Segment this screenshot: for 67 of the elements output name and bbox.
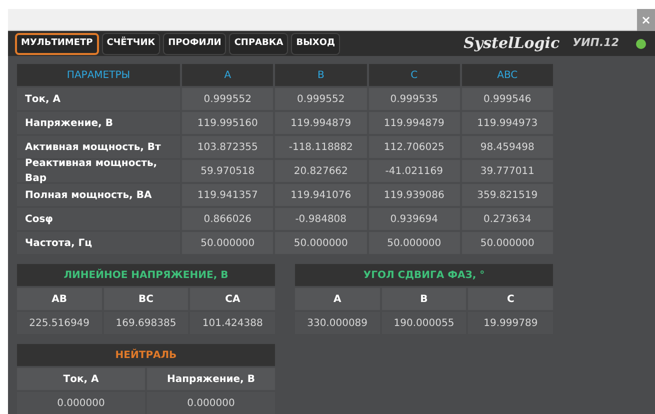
table-cell: 119.941357: [182, 184, 274, 206]
column-header: C: [468, 288, 553, 310]
column-header: B: [382, 288, 466, 310]
table-cell: 0.999552: [275, 88, 366, 110]
table-cell: 225.516949: [17, 312, 102, 334]
table-cell: 59.970518: [182, 160, 274, 182]
table-cell: 0.999546: [462, 88, 553, 110]
row-label: Частота, Гц: [17, 232, 180, 254]
table-cell: 330.000089: [295, 312, 380, 334]
table-cell: 119.994879: [368, 112, 460, 134]
menu-tab[interactable]: ПРОФИЛИ: [163, 32, 226, 54]
column-header: A: [295, 288, 380, 310]
table-cell: -118.118882: [275, 136, 366, 158]
row-label: Cosφ: [17, 208, 180, 230]
table-cell: 0.999552: [182, 88, 274, 110]
table-cell: -41.021169: [368, 160, 460, 182]
table-cell: 119.995160: [182, 112, 274, 134]
table-title: НЕЙТРАЛЬ: [17, 344, 275, 366]
table-cell: 0.000000: [17, 392, 145, 414]
table-cell: 98.459498: [462, 136, 553, 158]
menu-tab[interactable]: СЧЁТЧИК: [102, 32, 160, 54]
column-header: BC: [104, 288, 188, 310]
column-header: A: [182, 64, 274, 86]
row-label: Реактивная мощность, Вар: [17, 160, 180, 182]
row-label: Ток, А: [17, 88, 180, 110]
menu-tab[interactable]: МУЛЬТИМЕТР: [15, 32, 99, 54]
device-model: УИП.12: [572, 35, 619, 52]
table-cell: 0.273634: [462, 208, 553, 230]
table-cell: 0.999535: [368, 88, 460, 110]
table-cell: 19.999789: [468, 312, 553, 334]
table-cell: 119.941076: [275, 184, 366, 206]
row-label: Полная мощность, ВА: [17, 184, 180, 206]
table-cell: 50.000000: [182, 232, 274, 254]
row-label: Активная мощность, Вт: [17, 136, 180, 158]
table-cell: 0.866026: [182, 208, 274, 230]
table-title: УГОЛ СДВИГА ФАЗ, °: [295, 264, 553, 286]
table-cell: 169.698385: [104, 312, 188, 334]
table-cell: 50.000000: [275, 232, 366, 254]
column-header: ПАРАМЕТРЫ: [17, 64, 180, 86]
table-cell: 112.706025: [368, 136, 460, 158]
menu-tab[interactable]: СПРАВКА: [229, 32, 288, 54]
column-header: C: [368, 64, 460, 86]
table-cell: 101.424388: [190, 312, 275, 334]
table-cell: 39.777011: [462, 160, 553, 182]
table-cell: 119.994973: [462, 112, 553, 134]
table-cell: 119.939086: [368, 184, 460, 206]
column-header: ABC: [462, 64, 553, 86]
table-cell: 103.872355: [182, 136, 274, 158]
table-cell: -0.984808: [275, 208, 366, 230]
status-indicator-icon: [636, 38, 646, 48]
column-header: B: [275, 64, 366, 86]
table-cell: 50.000000: [368, 232, 460, 254]
table-cell: 119.994879: [275, 112, 366, 134]
logo: SystelLogic: [464, 33, 560, 54]
table-title: ЛИНЕЙНОЕ НАПРЯЖЕНИЕ, В: [17, 264, 275, 286]
column-header: Напряжение, В: [147, 368, 275, 390]
table-cell: 20.827662: [275, 160, 366, 182]
column-header: Ток, А: [17, 368, 145, 390]
table-cell: 0.939694: [368, 208, 460, 230]
column-header: CA: [190, 288, 275, 310]
table-cell: 359.821519: [462, 184, 553, 206]
table-cell: 50.000000: [462, 232, 553, 254]
table-cell: 190.000055: [382, 312, 466, 334]
table-cell: 0.000000: [147, 392, 275, 414]
menu-tab[interactable]: ВЫХОД: [291, 32, 340, 54]
row-label: Напряжение, В: [17, 112, 180, 134]
column-header: AB: [17, 288, 102, 310]
